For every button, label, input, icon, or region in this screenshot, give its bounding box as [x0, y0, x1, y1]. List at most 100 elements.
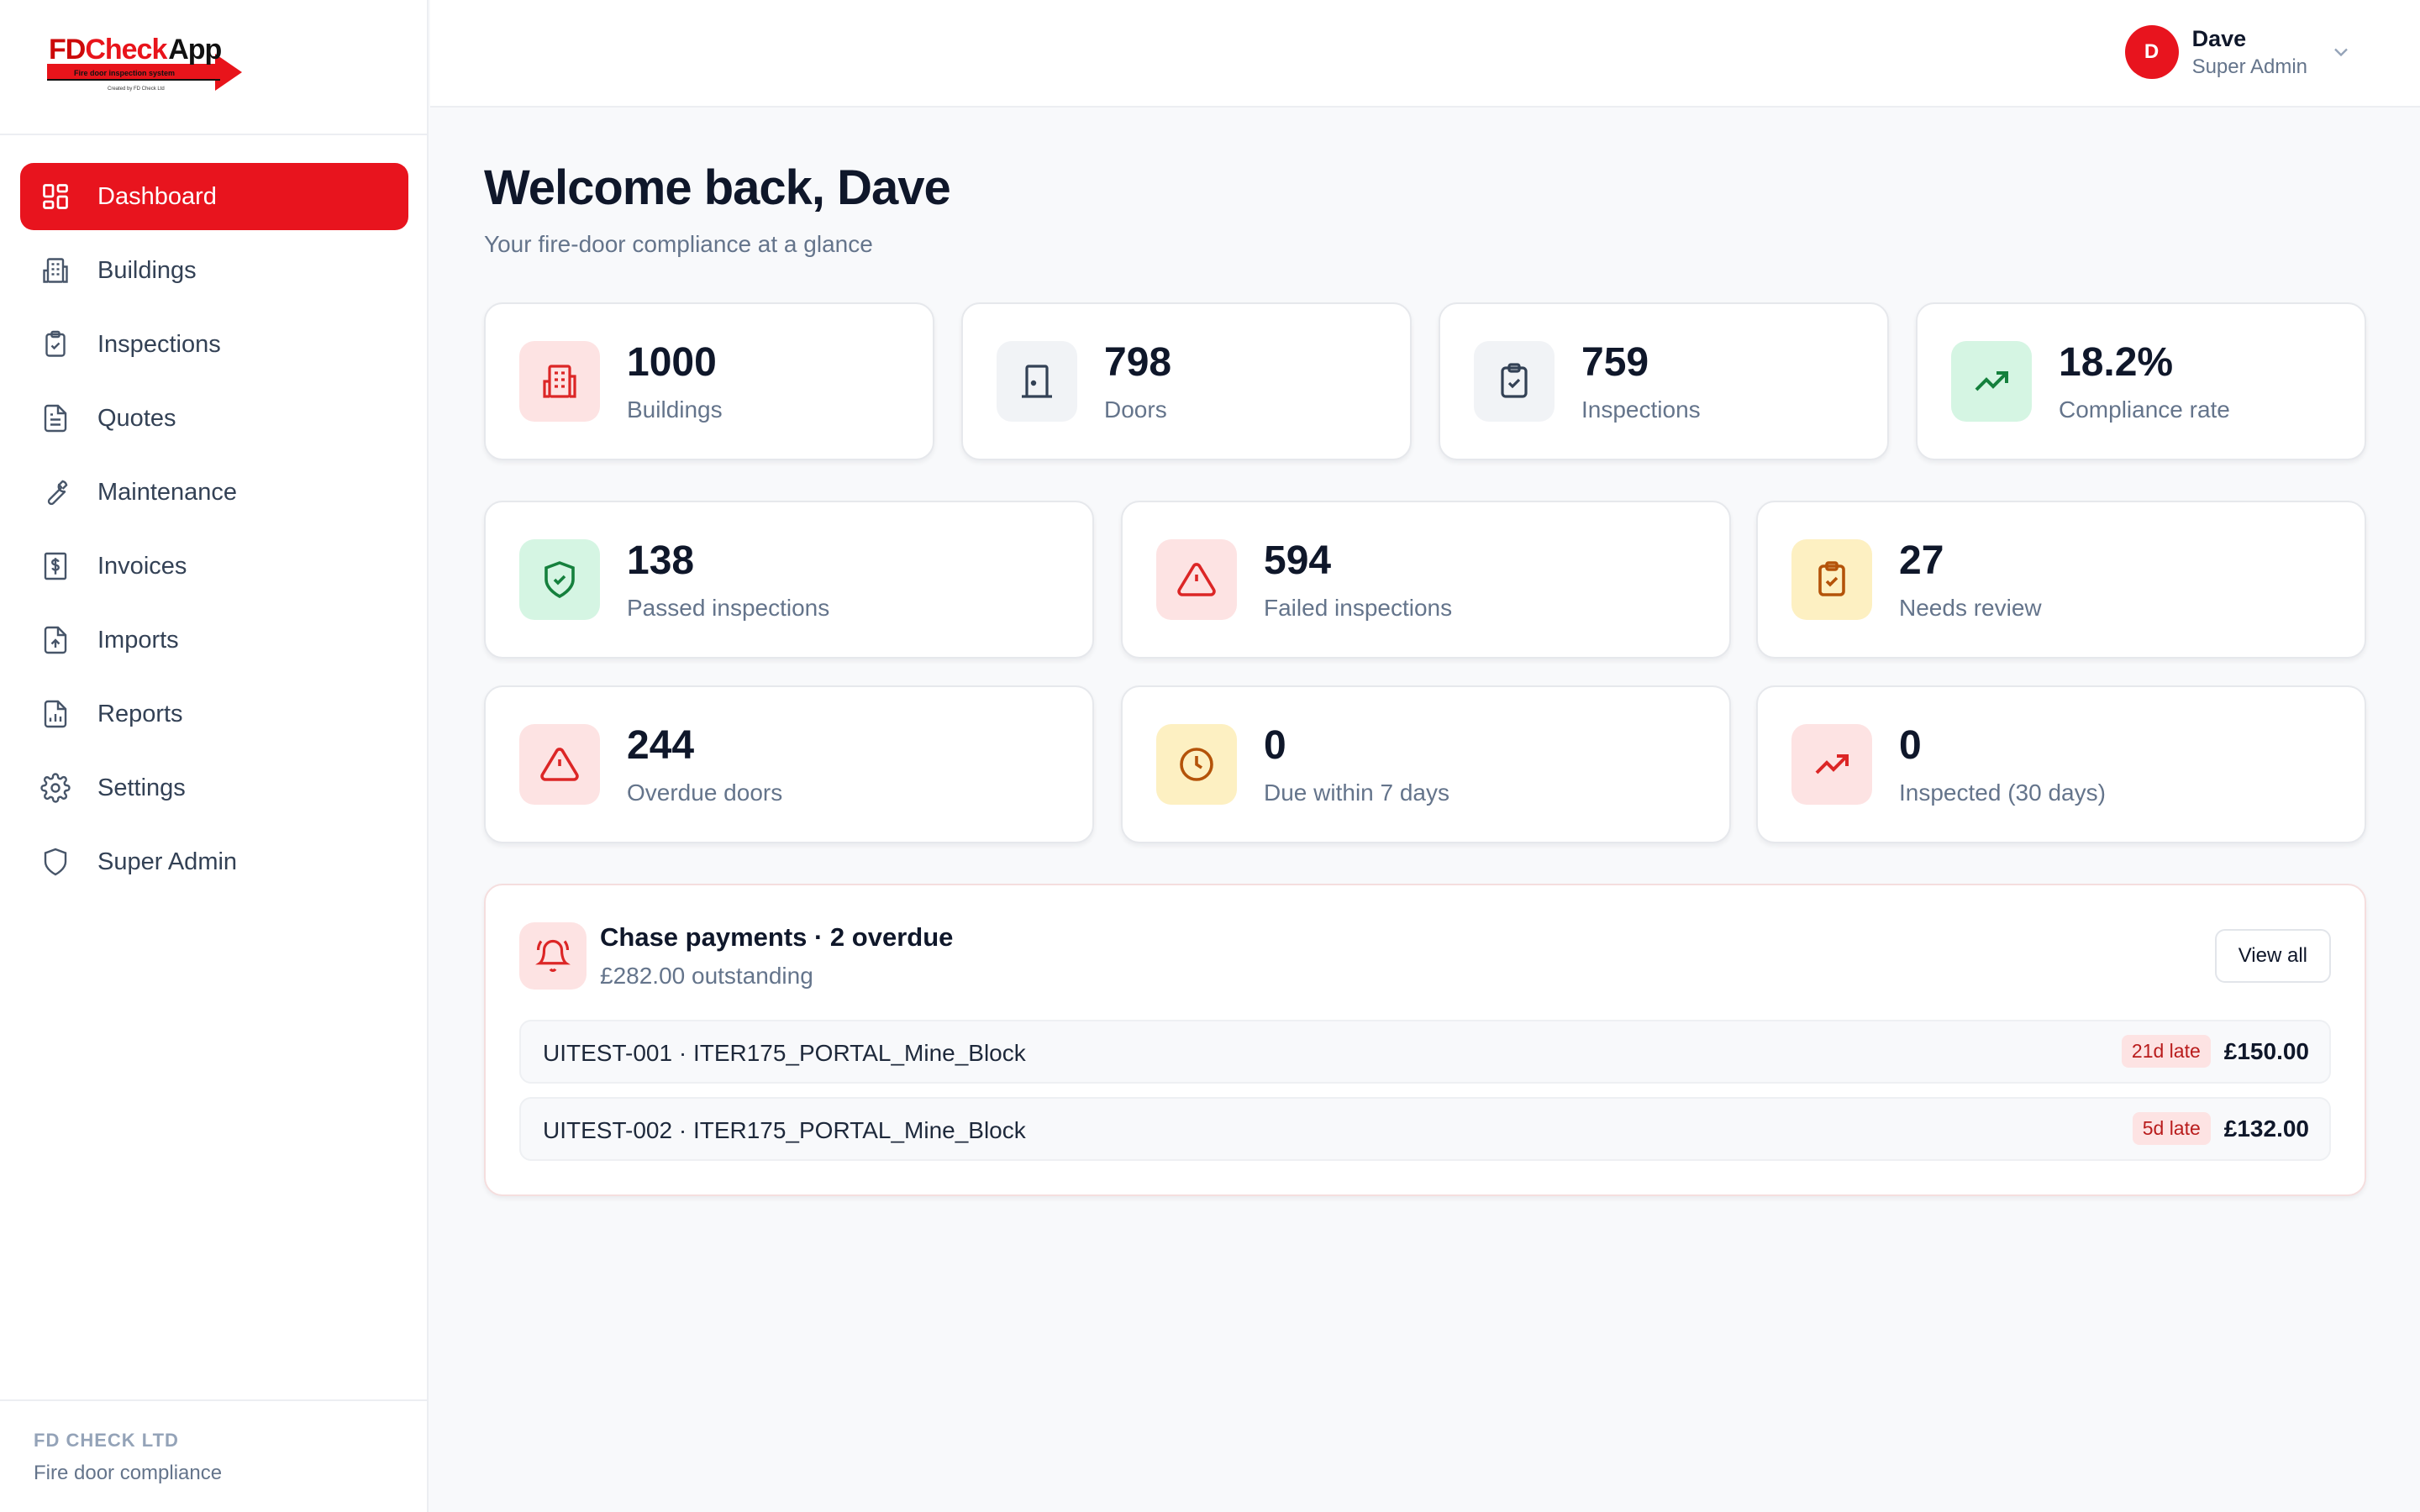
logo-credit: Created by FD Check Ltd [108, 87, 165, 92]
payment-row[interactable]: UITEST-001 · ITER175_PORTAL_Mine_Block 2… [519, 1020, 2331, 1084]
stat-card-compliance[interactable]: 18.2% Compliance rate [1916, 302, 2366, 460]
user-role: Super Admin [2191, 55, 2307, 78]
shield-icon [40, 847, 71, 877]
logo-app: App [168, 34, 222, 66]
stat-label: Buildings [627, 396, 723, 423]
stat-card-needs-review[interactable]: 27 Needs review [1756, 501, 2366, 659]
panel-title: Chase payments · 2 overdue [600, 922, 954, 952]
clipboard-check-icon [1474, 341, 1555, 422]
amount: £150.00 [2223, 1037, 2309, 1064]
sidebar-item-invoices[interactable]: Invoices [20, 533, 408, 600]
sidebar-item-quotes[interactable]: Quotes [20, 385, 408, 452]
avatar[interactable]: D [2124, 25, 2179, 79]
topbar: D Dave Super Admin [430, 0, 2420, 108]
page-title: Welcome back, Dave [484, 160, 951, 215]
sidebar-item-settings[interactable]: Settings [20, 754, 408, 822]
user-info: Dave Super Admin [2192, 26, 2307, 79]
late-badge: 21d late [2121, 1035, 2211, 1068]
invoice-reference: UITEST-002 · ITER175_PORTAL_Mine_Block [543, 1117, 1026, 1143]
stat-value: 594 [1264, 538, 1332, 583]
amount: £132.00 [2223, 1115, 2309, 1142]
stat-card-inspected-30d[interactable]: 0 Inspected (30 days) [1756, 685, 2366, 843]
stat-label: Compliance rate [2059, 396, 2230, 423]
company-name: FD CHECK LTD [34, 1430, 179, 1451]
stat-value: 759 [1581, 340, 1649, 385]
chevron-down-icon[interactable] [2329, 40, 2353, 64]
late-badge: 5d late [2132, 1112, 2211, 1145]
gear-icon [40, 773, 71, 803]
stat-card-passed[interactable]: 138 Passed inspections [484, 501, 1094, 659]
stat-label: Passed inspections [627, 595, 830, 621]
trending-up-icon [1951, 341, 2032, 422]
clock-icon [1156, 724, 1237, 805]
sidebar-item-inspections[interactable]: Inspections [20, 311, 408, 378]
building-icon [40, 255, 71, 286]
stat-label: Doors [1104, 396, 1167, 423]
stat-card-failed[interactable]: 594 Failed inspections [1121, 501, 1731, 659]
stat-value: 244 [627, 723, 695, 768]
sidebar-item-super-admin[interactable]: Super Admin [20, 828, 408, 895]
view-all-button[interactable]: View all [2214, 929, 2331, 983]
stat-value: 18.2% [2059, 340, 2174, 385]
stat-card-overdue[interactable]: 244 Overdue doors [484, 685, 1094, 843]
sidebar-item-label: Buildings [97, 256, 197, 284]
payment-meta: 5d late £132.00 [2132, 1112, 2309, 1145]
wrench-icon [40, 477, 71, 507]
invoice-reference: UITEST-001 · ITER175_PORTAL_Mine_Block [543, 1040, 1026, 1066]
stat-card-inspections[interactable]: 759 Inspections [1439, 302, 1889, 460]
sidebar-item-label: Settings [97, 774, 186, 801]
logo-check: Check [85, 34, 167, 66]
stat-value: 798 [1104, 340, 1172, 385]
sidebar-item-label: Dashboard [97, 182, 217, 210]
door-icon [997, 341, 1077, 422]
file-chart-icon [40, 699, 71, 729]
shield-check-icon [519, 539, 600, 620]
page-subtitle: Your fire-door compliance at a glance [484, 231, 873, 257]
main-content: Welcome back, Dave Your fire-door compli… [484, 108, 2366, 1196]
sidebar-footer: FD CHECK LTD Fire door compliance [0, 1399, 427, 1512]
stat-label: Failed inspections [1264, 595, 1453, 621]
stat-value: 138 [627, 538, 695, 583]
stat-card-buildings[interactable]: 1000 Buildings [484, 302, 934, 460]
dashboard-icon [40, 181, 71, 212]
file-upload-icon [40, 625, 71, 655]
sidebar-item-reports[interactable]: Reports [20, 680, 408, 748]
panel-subtitle: £282.00 outstanding [600, 963, 813, 989]
clipboard-check-icon [40, 329, 71, 360]
stat-label: Overdue doors [627, 780, 783, 806]
logo-title: FDCheck App [49, 34, 222, 66]
clipboard-check-icon [1791, 539, 1872, 620]
user-menu[interactable]: D Dave Super Admin [2124, 25, 2353, 79]
sidebar-item-dashboard[interactable]: Dashboard [20, 163, 408, 230]
company-tagline: Fire door compliance [34, 1462, 223, 1484]
warning-icon [519, 724, 600, 805]
sidebar-item-label: Super Admin [97, 848, 238, 875]
building-icon [519, 341, 600, 422]
stat-card-due-soon[interactable]: 0 Due within 7 days [1121, 685, 1731, 843]
stat-label: Inspections [1581, 396, 1701, 423]
sidebar-item-maintenance[interactable]: Maintenance [20, 459, 408, 526]
user-name: Dave [2191, 25, 2247, 51]
stat-value: 0 [1264, 723, 1286, 768]
logo-area: FDCheck App Fire door inspection system … [0, 0, 427, 135]
stat-value: 1000 [627, 340, 717, 385]
sidebar-item-label: Reports [97, 700, 183, 727]
sidebar-item-label: Imports [97, 626, 179, 654]
sidebar-item-label: Inspections [97, 330, 221, 358]
sidebar-item-buildings[interactable]: Buildings [20, 237, 408, 304]
file-text-icon [40, 403, 71, 433]
warning-icon [1156, 539, 1237, 620]
stat-label: Needs review [1899, 595, 2042, 621]
sidebar-item-label: Maintenance [97, 478, 238, 506]
stat-card-doors[interactable]: 798 Doors [961, 302, 1412, 460]
payment-row[interactable]: UITEST-002 · ITER175_PORTAL_Mine_Block 5… [519, 1097, 2331, 1161]
sidebar-item-label: Invoices [97, 552, 187, 580]
logo-fd: FD [49, 34, 86, 66]
payment-meta: 21d late £150.00 [2121, 1035, 2309, 1068]
trending-up-icon [1791, 724, 1872, 805]
stat-label: Due within 7 days [1264, 780, 1450, 806]
app-logo[interactable]: FDCheck App Fire door inspection system … [47, 34, 242, 97]
stat-value: 0 [1899, 723, 1922, 768]
sidebar-item-imports[interactable]: Imports [20, 606, 408, 674]
stat-label: Inspected (30 days) [1899, 780, 2106, 806]
